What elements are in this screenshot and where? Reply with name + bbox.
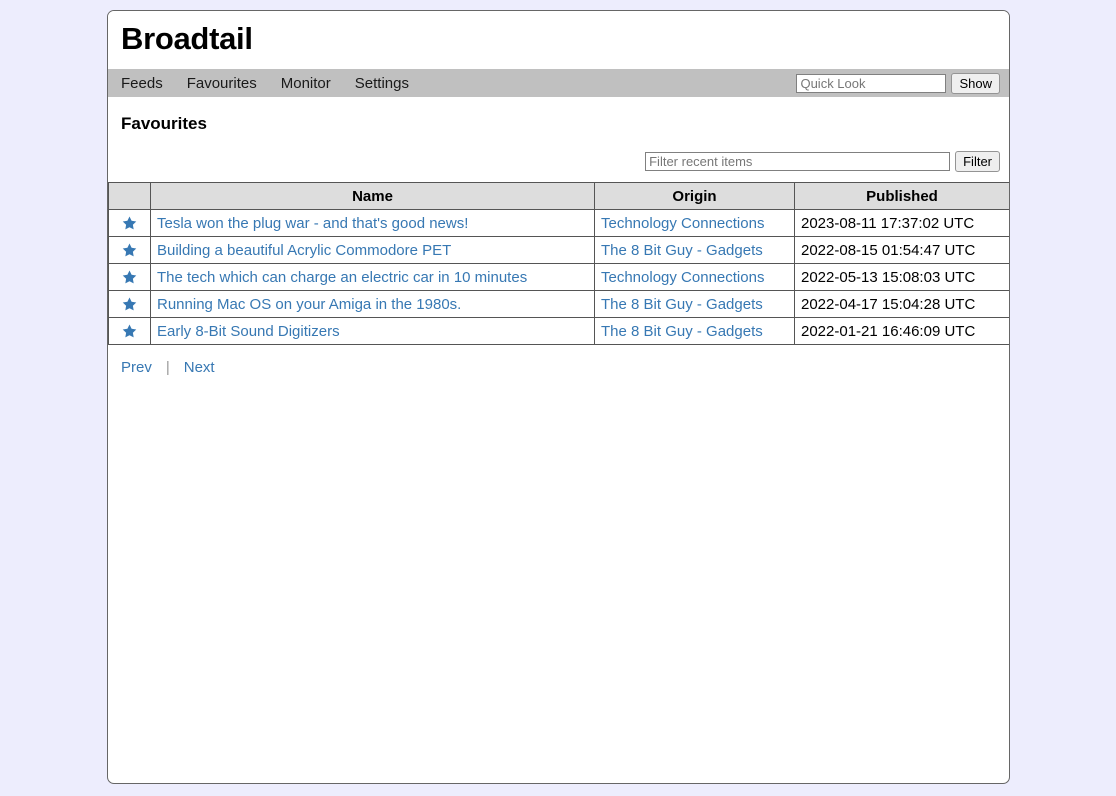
filter-input[interactable] [645,152,951,171]
published-cell: 2022-04-17 15:04:28 UTC [794,290,1009,318]
section-heading: Favourites [121,114,207,133]
table-row: Building a beautiful Acrylic Commodore P… [108,236,1009,264]
column-header-origin: Origin [594,182,795,210]
column-header-published: Published [794,182,1009,210]
pagination-separator: | [165,359,170,376]
video-name-cell: Building a beautiful Acrylic Commodore P… [150,236,595,264]
favourite-toggle-cell[interactable] [108,290,151,318]
pagination-prev-link[interactable]: Prev [121,359,152,376]
star-icon[interactable] [121,268,138,285]
video-name-cell: Early 8-Bit Sound Digitizers [150,317,595,345]
favourites-table: Name Origin Published Tesla won the plug… [108,182,1009,345]
nav-item-settings[interactable]: Settings [355,76,409,91]
video-name-link[interactable]: Early 8-Bit Sound Digitizers [157,323,340,340]
published-cell: 2022-01-21 16:46:09 UTC [794,317,1009,345]
pagination-next-link[interactable]: Next [184,359,215,376]
origin-link[interactable]: The 8 Bit Guy - Gadgets [601,323,763,340]
video-name-link[interactable]: The tech which can charge an electric ca… [157,269,527,286]
page-content: Favourites Filter Name Origin Published … [108,97,1009,376]
favourite-toggle-cell[interactable] [108,209,151,237]
origin-link[interactable]: Technology Connections [601,269,764,286]
video-name-link[interactable]: Tesla won the plug war - and that's good… [157,215,468,232]
nav-item-favourites[interactable]: Favourites [187,76,257,91]
filter-form: Filter [108,134,1009,182]
origin-link[interactable]: The 8 Bit Guy - Gadgets [601,242,763,259]
filter-button[interactable]: Filter [955,151,1000,172]
origin-cell: The 8 Bit Guy - Gadgets [594,236,795,264]
published-cell: 2022-08-15 01:54:47 UTC [794,236,1009,264]
page-title: Broadtail [121,21,253,56]
main-navigation: Feeds Favourites Monitor Settings Show [108,69,1009,97]
app-window: Broadtail Feeds Favourites Monitor Setti… [107,10,1010,784]
video-name-cell: Tesla won the plug war - and that's good… [150,209,595,237]
nav-item-monitor[interactable]: Monitor [281,76,331,91]
video-name-link[interactable]: Running Mac OS on your Amiga in the 1980… [157,296,461,313]
star-icon[interactable] [121,322,138,339]
star-icon[interactable] [121,295,138,312]
nav-item-feeds[interactable]: Feeds [121,76,163,91]
table-header: Name Origin Published [108,182,1009,210]
origin-cell: Technology Connections [594,263,795,291]
table-row: Running Mac OS on your Amiga in the 1980… [108,290,1009,318]
pagination: Prev | Next [108,345,1009,376]
title-bar: Broadtail [108,11,1009,69]
origin-cell: Technology Connections [594,209,795,237]
column-header-name: Name [150,182,595,210]
video-name-cell: The tech which can charge an electric ca… [150,263,595,291]
nav-link-list: Feeds Favourites Monitor Settings [121,76,409,91]
favourite-toggle-cell[interactable] [108,263,151,291]
favourite-toggle-cell[interactable] [108,236,151,264]
origin-cell: The 8 Bit Guy - Gadgets [594,290,795,318]
origin-link[interactable]: The 8 Bit Guy - Gadgets [601,296,763,313]
star-icon[interactable] [121,241,138,258]
video-name-cell: Running Mac OS on your Amiga in the 1980… [150,290,595,318]
quick-look-input[interactable] [796,73,947,93]
quick-look-form: Show [796,72,1000,94]
published-cell: 2023-08-11 17:37:02 UTC [794,209,1009,237]
table-row: The tech which can charge an electric ca… [108,263,1009,291]
origin-link[interactable]: Technology Connections [601,215,764,232]
quick-look-show-button[interactable]: Show [951,72,1000,94]
table-body: Tesla won the plug war - and that's good… [108,209,1009,345]
published-cell: 2022-05-13 15:08:03 UTC [794,263,1009,291]
column-header-favourite [108,182,151,210]
video-name-link[interactable]: Building a beautiful Acrylic Commodore P… [157,242,451,259]
star-icon[interactable] [121,214,138,231]
origin-cell: The 8 Bit Guy - Gadgets [594,317,795,345]
table-row: Early 8-Bit Sound Digitizers The 8 Bit Gu… [108,317,1009,345]
favourite-toggle-cell[interactable] [108,317,151,345]
table-row: Tesla won the plug war - and that's good… [108,209,1009,237]
table-header-row: Name Origin Published [108,182,1009,210]
